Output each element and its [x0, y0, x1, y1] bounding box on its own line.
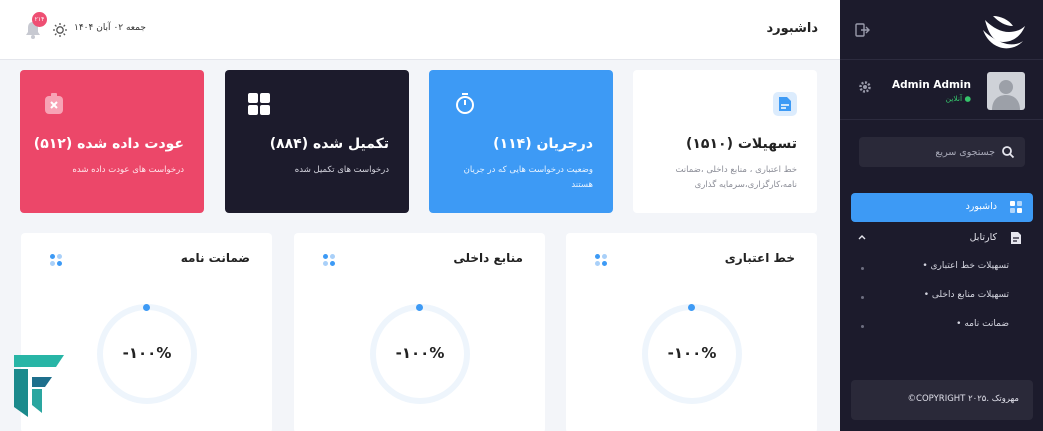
- sidebar-item-label: داشبورد: [965, 201, 997, 212]
- search-input[interactable]: [869, 142, 995, 162]
- panel-credit-line: خط اعتباری -۱۰۰%: [566, 233, 817, 431]
- sidebar-item-cartable[interactable]: کارتابل: [851, 227, 1033, 251]
- subnav-dot-icon: [861, 296, 864, 299]
- current-date: جمعه ۰۲ آبان ۱۴۰۴: [74, 23, 146, 33]
- page-title: داشبورد: [766, 21, 818, 36]
- avatar[interactable]: [987, 72, 1025, 110]
- sun-icon[interactable]: [52, 22, 68, 38]
- notification-badge: ۲۱۴: [32, 12, 47, 27]
- chevron-up-icon[interactable]: [857, 232, 867, 242]
- card-description: درخواست های عودت داده شده: [72, 165, 184, 175]
- card-title: عودت داده شده (۵۱۲): [33, 136, 184, 152]
- document-icon: [1011, 232, 1021, 244]
- grid-icon: [1010, 201, 1022, 213]
- sidebar-item-dashboard[interactable]: داشبورد: [851, 193, 1033, 222]
- progress-ring-dot: [143, 304, 150, 311]
- sidebar-item-label: کارتابل: [969, 232, 997, 243]
- card-description: خط اعتباری ، منابع داخلی ،ضمانت نامه،کار…: [675, 165, 797, 190]
- copyright-box: مهروتک .COPYRIGHT ۲۰۲۵©: [851, 380, 1033, 420]
- user-name: Admin Admin: [892, 79, 971, 91]
- card-title: درجریان (۱۱۴): [493, 136, 593, 152]
- subnav-item-credit-line[interactable]: تسهیلات خط اعتباری •: [851, 258, 1015, 278]
- dots-grid-icon[interactable]: [322, 253, 336, 267]
- panel-title: ضمانت نامه: [180, 251, 250, 265]
- user-status: ● آنلاین: [945, 94, 971, 103]
- card-in-progress[interactable]: درجریان (۱۱۴) وضعیت درخواست هایی که در ج…: [429, 70, 613, 213]
- dots-grid-icon[interactable]: [49, 253, 63, 267]
- progress-value: -۱۰۰%: [667, 344, 717, 362]
- user-status-label: آنلاین: [945, 94, 963, 103]
- progress-value: -۱۰۰%: [122, 344, 172, 362]
- progress-ring-dot: [416, 304, 423, 311]
- file-icon: [773, 92, 797, 116]
- card-facilities[interactable]: تسهیلات (۱۵۱۰) خط اعتباری ، منابع داخلی …: [633, 70, 817, 213]
- logout-icon[interactable]: [854, 22, 870, 38]
- subnav-label: تسهیلات خط اعتباری •: [922, 261, 1009, 271]
- subnav-dot-icon: [861, 325, 864, 328]
- panel-title: خط اعتباری: [724, 251, 795, 265]
- panel-internal-sources: منابع داخلی -۱۰۰%: [294, 233, 545, 431]
- card-returned[interactable]: عودت داده شده (۵۱۲) درخواست های عودت داد…: [20, 70, 204, 213]
- card-title: تسهیلات (۱۵۱۰): [685, 136, 797, 152]
- panel-title: منابع داخلی: [453, 251, 523, 265]
- search-icon: [1002, 146, 1015, 159]
- stopwatch-icon: [456, 93, 474, 114]
- card-completed[interactable]: تکمیل شده (۸۸۴) درخواست های تکمیل شده: [225, 70, 409, 213]
- subnav-label-text: تسهیلات خط اعتباری: [930, 261, 1009, 271]
- returned-icon: [45, 93, 63, 114]
- subnav-item-guarantee[interactable]: ضمانت نامه •: [851, 316, 1015, 336]
- card-title: تکمیل شده (۸۸۴): [269, 136, 389, 152]
- progress-ring-dot: [688, 304, 695, 311]
- subnav-dot-icon: [861, 267, 864, 270]
- sidebar: Admin Admin ● آنلاین داشبورد کارتابل: [840, 0, 1043, 431]
- dots-grid-icon[interactable]: [594, 253, 608, 267]
- user-avatar-icon: [992, 80, 1020, 110]
- corner-brand-logo-icon: [14, 355, 64, 417]
- card-description: درخواست های تکمیل شده: [294, 165, 389, 175]
- subnav-label-text: تسهیلات منابع داخلی: [931, 290, 1009, 300]
- sidebar-header: [840, 0, 1043, 60]
- gear-icon[interactable]: [858, 80, 872, 94]
- subnav-item-internal-sources[interactable]: تسهیلات منابع داخلی •: [851, 287, 1015, 307]
- topbar: داشبورد جمعه ۰۲ آبان ۱۴۰۴ ۲۱۴: [0, 0, 840, 60]
- subnav-label: ضمانت نامه •: [956, 319, 1009, 329]
- grid-icon: [248, 93, 270, 115]
- logo-icon: [983, 16, 1025, 49]
- user-panel: Admin Admin ● آنلاین: [840, 60, 1043, 120]
- progress-value: -۱۰۰%: [395, 344, 445, 362]
- search-box[interactable]: [859, 137, 1025, 167]
- subnav-label: تسهیلات منابع داخلی •: [923, 290, 1009, 300]
- subnav-label-text: ضمانت نامه: [964, 319, 1009, 329]
- copyright-text: مهروتک .COPYRIGHT ۲۰۲۵©: [907, 394, 1019, 404]
- card-description: وضعیت درخواست هایی که در جریان هستند: [463, 165, 593, 190]
